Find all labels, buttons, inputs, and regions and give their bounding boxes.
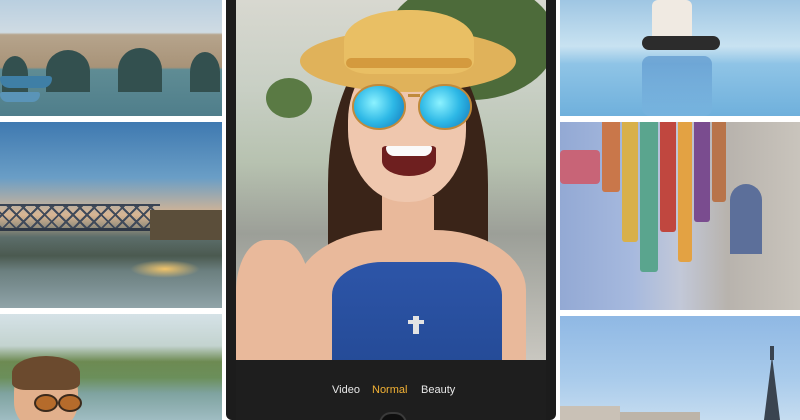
light-reflection: [130, 260, 200, 278]
camera-preview[interactable]: [236, 0, 546, 360]
rooftop: [560, 406, 620, 420]
textile: [712, 122, 726, 202]
water-reflection: [642, 56, 712, 116]
bridge-arch: [46, 50, 90, 92]
sunglasses-icon: [34, 394, 58, 412]
blue-doorway: [730, 184, 762, 254]
textile: [694, 122, 710, 222]
neck: [382, 196, 434, 246]
boat: [0, 92, 40, 102]
phone-frame: Video Normal Beauty: [226, 0, 556, 420]
teeth: [386, 146, 432, 156]
background-tree: [266, 78, 312, 118]
market-textiles-photo[interactable]: [560, 122, 800, 310]
blue-top: [332, 262, 502, 360]
hat-band: [346, 58, 472, 68]
boat: [0, 76, 52, 88]
boy-hair: [12, 356, 80, 390]
shutter-button[interactable]: [379, 412, 407, 420]
camera-mode-bar: Video Normal Beauty: [236, 360, 546, 420]
mode-video[interactable]: Video: [332, 384, 360, 396]
sunglasses-icon: [58, 394, 82, 412]
textile: [678, 122, 692, 262]
textile: [622, 122, 638, 242]
yoga-legs: [642, 36, 720, 50]
sunglasses-bridge: [408, 94, 420, 97]
textile: [640, 122, 658, 272]
boy-sunglasses-photo[interactable]: [0, 314, 222, 420]
eiffel-tower-icon: [764, 356, 780, 420]
yoga-pool-photo[interactable]: [560, 0, 800, 116]
mode-normal[interactable]: Normal: [372, 384, 407, 396]
sunglasses-lens-icon: [352, 84, 406, 130]
textile: [660, 122, 676, 232]
textile: [602, 122, 620, 192]
sunglasses-lens-icon: [418, 84, 472, 130]
rooftop: [620, 412, 700, 420]
buildings: [150, 210, 222, 240]
river-bridge-sunset-photo[interactable]: [0, 122, 222, 308]
hanging-bag: [560, 150, 600, 184]
paris-eiffel-photo[interactable]: [560, 316, 800, 420]
iron-bridge: [0, 204, 160, 231]
cross-pendant-icon: [408, 316, 424, 334]
stone-bridge-photo[interactable]: [0, 0, 222, 116]
bridge-arch: [190, 52, 220, 92]
mode-beauty[interactable]: Beauty: [421, 384, 455, 396]
bridge-arch: [118, 48, 162, 92]
